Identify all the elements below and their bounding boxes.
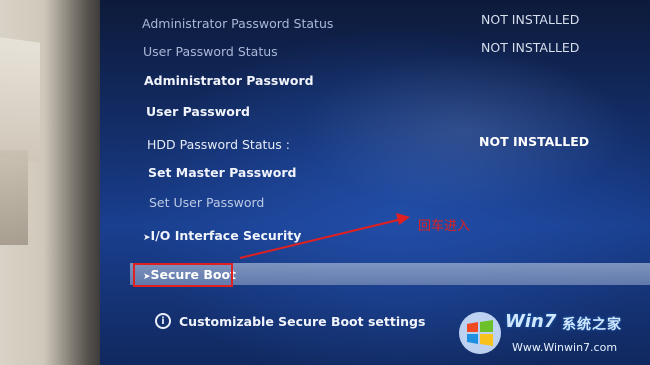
- annotation-text: 回车进入: [418, 219, 471, 234]
- watermark: Win7 系统之家 Www.Winwin7.com: [450, 305, 640, 363]
- watermark-url: Www.Winwin7.com: [512, 341, 618, 354]
- watermark-brand: Win7: [505, 311, 557, 332]
- watermark-brand-suffix: 系统之家: [562, 317, 622, 333]
- windows-logo-icon: [459, 312, 501, 354]
